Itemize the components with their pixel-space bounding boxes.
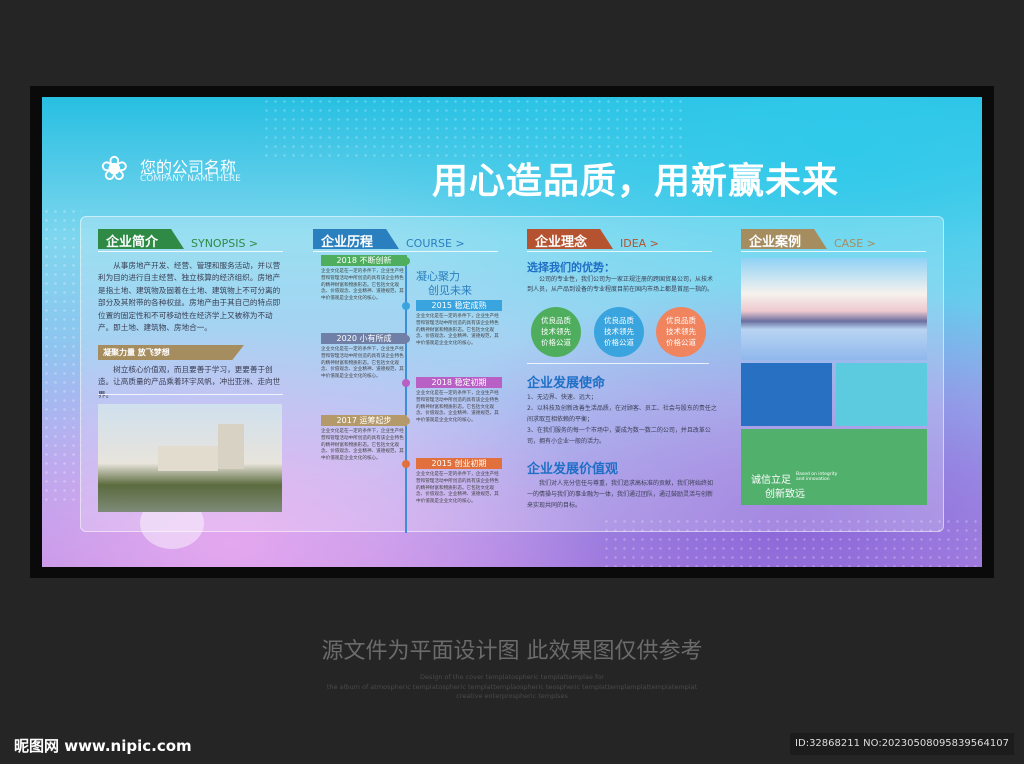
timeline-tag: 2017 运筹起步 [321,415,407,426]
divider [527,363,709,364]
timeline-text: 企业文化是在一定的条件下，企业生产经营和管理活动中所创造的具有该企业特色的精神财… [416,314,499,347]
mission-title: 企业发展使命 [527,376,606,391]
image-id: ID:32868211 NO:20230508095839564107 [790,733,1014,755]
idea-link[interactable]: IDEA > [620,237,659,250]
mission-item: 2、以科技及创新改善生活品质，在对顾客、员工、社会与股东的责任之间求取互相依赖的… [527,405,717,423]
desc-line: the album of atmospheric templatospheric… [326,682,698,691]
flower-logo-icon: ❀ [100,149,129,189]
timeline-text: 企业文化是在一定的条件下，企业生产经营和管理活动中所创造的具有该企业特色的精神财… [321,269,404,302]
advantage-title: 选择我们的优势： [527,261,615,274]
divider [313,251,498,252]
divider [98,251,283,252]
circle-line: 优良品质 [604,316,634,325]
dot-pattern [262,97,682,157]
city-photo [98,404,282,512]
advantage-circle: 优良品质技术领先价格公道 [531,307,581,357]
content-panel: 企业简介 SYNOPSIS > 从事房地产开发、经营、管理和服务活动，并以营利为… [80,216,944,533]
case-tile-green: 诚信立足 Based on integrity and innovation 创新… [741,429,927,505]
slogan: 用心造品质，用新赢未来 [432,161,840,202]
timeline-tag: 2015 创业初期 [416,458,502,469]
divider [741,251,926,252]
circle-line: 技术领先 [541,327,571,336]
circle-line: 技术领先 [604,327,634,336]
footer-description: Design of the cover templatospheric temp… [0,673,1024,702]
building [158,446,218,471]
motto-line: 创见未来 [428,284,472,297]
advantage-text: 公司的专业性，我们公司为一家正规注册的跨国贸易公司，从技术到人员，从产品到设备的… [527,276,714,293]
synopsis-text-2: 树立核心价值观，而且要善于学习，更要善于创造。让高质量的产品乘着环宇风帆，冲出亚… [98,365,281,399]
case-tile-blue [741,363,832,426]
desc-line: creative enterprospheric templses [456,692,568,700]
timeline-tag: 2015 稳定成熟 [416,300,502,311]
dot-pattern [42,207,82,507]
timeline-dot [402,379,410,387]
advantage-circle: 优良品质技术领先价格公道 [594,307,644,357]
advantage-circle: 优良品质技术领先价格公道 [656,307,706,357]
idea-heading: 企业理念 [527,229,613,249]
timeline-tag: 2018 稳定初期 [416,377,502,388]
mission-list: 1、无边界、快速、远大； 2、以科技及创新改善生活品质，在对顾客、员工、社会与股… [527,392,717,447]
timeline-text: 企业文化是在一定的条件下，企业生产经营和管理活动中所创造的具有该企业特色的精神财… [321,429,404,462]
course-link[interactable]: COURSE > [406,237,465,250]
case-tile-cyan [836,363,927,426]
timeline-dot [402,460,410,468]
case-heading: 企业案例 [741,229,827,249]
timeline-dot [402,257,410,265]
synopsis-link[interactable]: SYNOPSIS > [191,237,258,250]
timeline-dot [402,417,410,425]
company-name-en: COMPANY NAME HERE [140,174,241,184]
circle-line: 优良品质 [666,316,696,325]
case-motto-en: Based on integrity and innovation [796,472,837,482]
synopsis-banner: 凝聚力量 放飞梦想 [98,345,244,360]
values-text: 我们对人充分信任与尊重，我们追求高标准的贡献，我们将始终如一的情操与我们的事业融… [527,480,714,509]
timeline-text: 企业文化是在一定的条件下，企业生产经营和管理活动中所创造的具有该企业特色的精神财… [416,472,499,505]
circle-line: 价格公道 [541,338,571,347]
mission-item: 1、无边界、快速、远大； [527,394,597,401]
skyline-photo [741,258,927,360]
synopsis-text: 从事房地产开发、经营、管理和服务活动，并以营利为目的进行自主经营、独立核算的经济… [98,261,281,333]
timeline-tag: 2018 不断创新 [321,255,407,266]
course-motto: 凝心聚力 创见未来 [416,270,472,298]
synopsis-heading: 企业简介 [98,229,184,249]
timeline-tag: 2020 小有所成 [321,333,407,344]
timeline-text: 企业文化是在一定的条件下，企业生产经营和管理活动中所创造的具有该企业特色的精神财… [416,391,499,424]
circle-line: 技术领先 [666,327,696,336]
motto-en-line: and innovation [796,477,830,482]
values-title: 企业发展价值观 [527,462,619,477]
timeline-text: 企业文化是在一定的条件下，企业生产经营和管理活动中所创造的具有该企业特色的精神财… [321,347,404,380]
circle-line: 价格公道 [604,338,634,347]
case-motto: 创新致远 [765,489,805,500]
motto-line: 凝心聚力 [416,270,460,283]
circle-line: 优良品质 [541,316,571,325]
timeline-dot [402,335,410,343]
divider [527,251,712,252]
building [218,424,244,469]
course-heading: 企业历程 [313,229,399,249]
preview-notice: 源文件为平面设计图 此效果图仅供参考 [321,639,703,664]
poster: ❀ 您的公司名称 COMPANY NAME HERE 用心造品质，用新赢未来 企… [42,97,982,567]
nipic-logo[interactable]: 昵图网 www.nipic.com [14,735,192,756]
case-link[interactable]: CASE > [834,237,876,250]
timeline-dot [402,302,410,310]
desc-line: Design of the cover templatospheric temp… [420,673,604,681]
circle-line: 价格公道 [666,338,696,347]
case-motto: 诚信立足 [751,475,791,486]
divider [98,394,283,395]
mission-item: 3、在我们服务的每一个市场中，要成为数一数二的公司，并且改革公司，拥有小企业一般… [527,427,711,445]
